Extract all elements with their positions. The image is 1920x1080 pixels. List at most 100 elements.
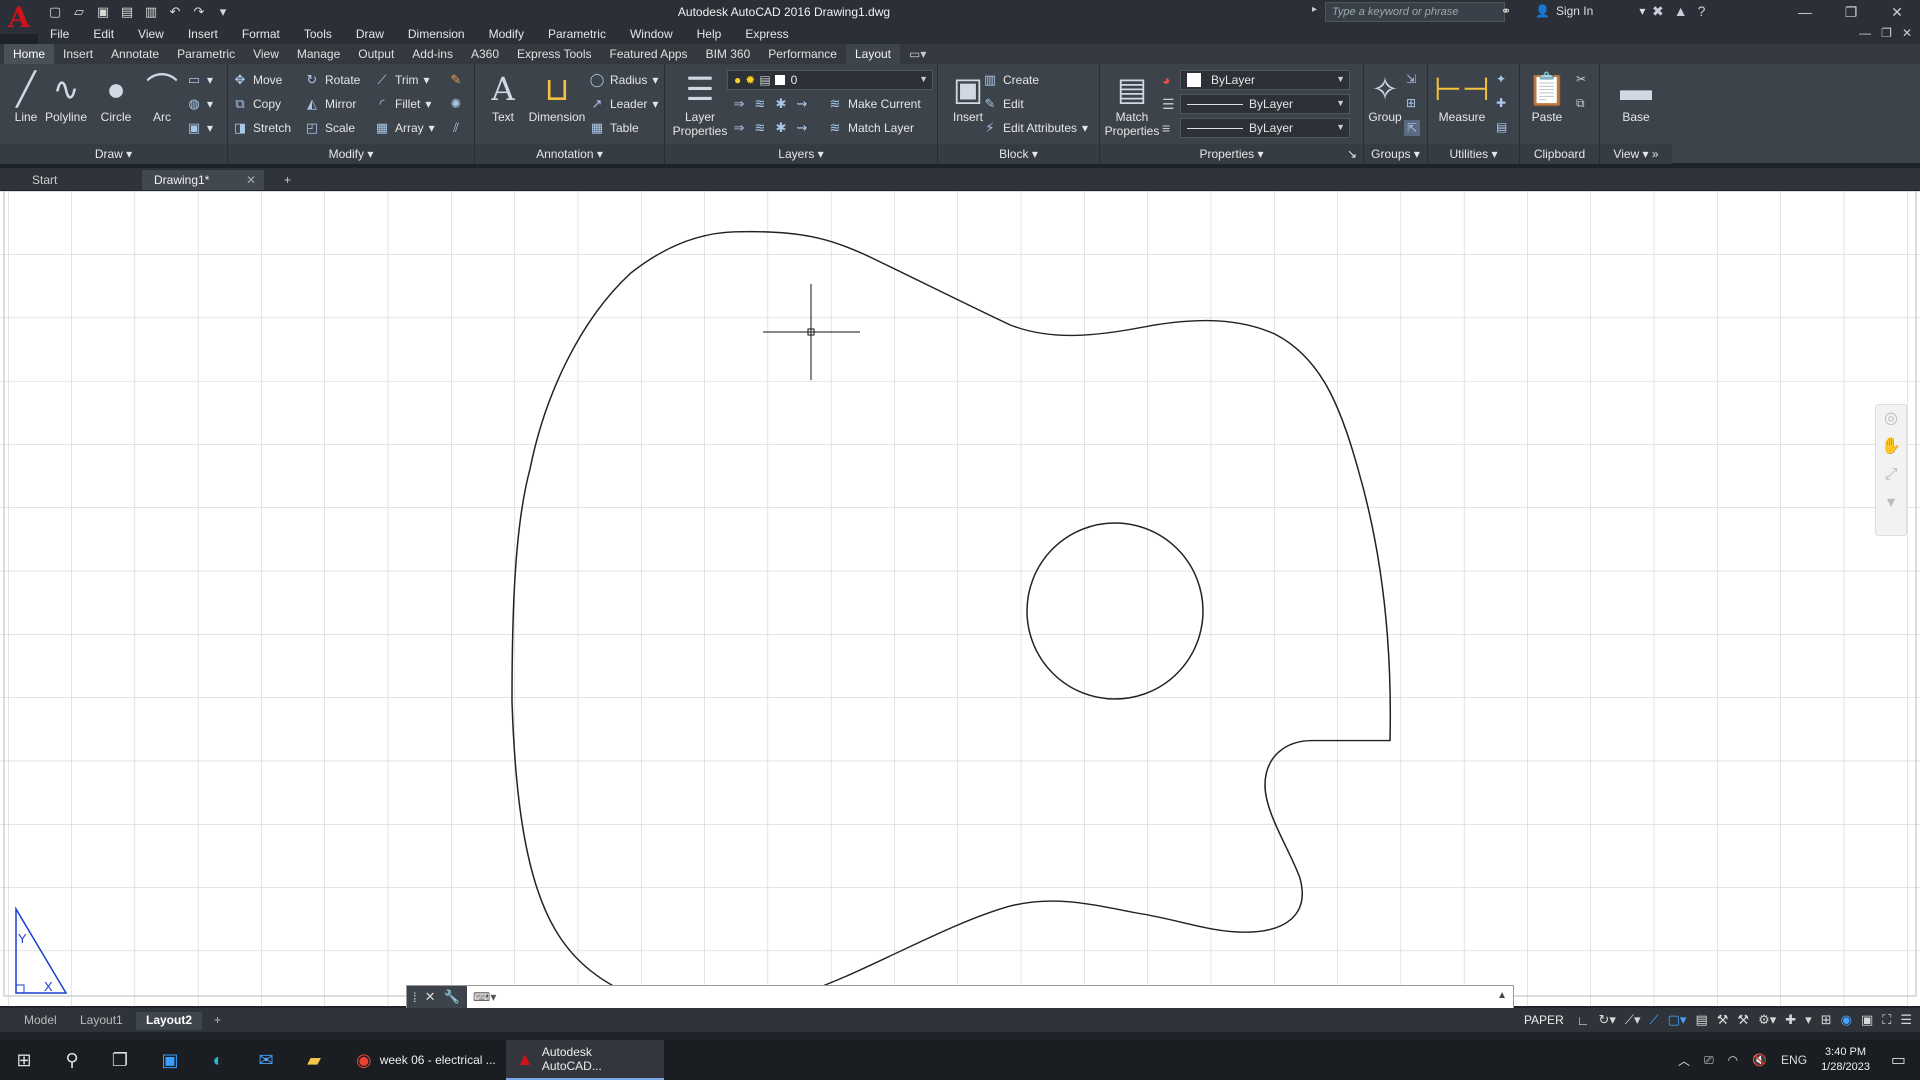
edit-attributes-button[interactable]: ⚡ Edit Attributes ▾ — [982, 118, 1088, 138]
annotation-panel-title[interactable]: Annotation ▾ — [475, 144, 664, 164]
group-button[interactable]: ✧ Group — [1364, 68, 1406, 124]
tab-parametric[interactable]: Parametric — [168, 44, 244, 64]
tab-model[interactable]: Model — [14, 1012, 67, 1030]
help-icon[interactable]: ? — [1698, 3, 1706, 20]
table-button[interactable]: ▦ Table — [589, 118, 639, 138]
quick-select-icon[interactable]: ✦ — [1496, 72, 1506, 86]
new-tab-button[interactable]: + — [272, 170, 303, 190]
lineweight-dropdown[interactable]: ByLayer ▼ — [1180, 118, 1350, 138]
clipboard-panel-title[interactable]: Clipboard — [1520, 144, 1599, 164]
linetype-dropdown[interactable]: ByLayer ▼ — [1180, 94, 1350, 114]
tab-layout1[interactable]: Layout1 — [70, 1012, 133, 1030]
rectangle-button[interactable]: ▭ ▾ — [186, 70, 213, 90]
layer-lock-icon[interactable]: ⇝ — [794, 96, 810, 112]
create-block-button[interactable]: ▥ Create — [982, 70, 1039, 90]
windows-start-icon[interactable]: ⊞ — [0, 1040, 48, 1080]
tab-bim-360[interactable]: BIM 360 — [697, 44, 760, 64]
layer-freeze-icon[interactable]: ✱ — [773, 96, 789, 112]
match-properties-button[interactable]: ▤ Match Properties — [1102, 68, 1162, 138]
modify-panel-title[interactable]: Modify ▾ — [228, 144, 474, 164]
store-icon[interactable]: ▣ — [146, 1040, 194, 1080]
trim-button[interactable]: ⟋ Trim ▾ — [374, 70, 429, 90]
tab-add-ins[interactable]: Add-ins — [403, 44, 462, 64]
close-icon[interactable]: ✕ — [1874, 0, 1920, 24]
object-snap-icon[interactable]: ▢▾ — [1668, 1012, 1687, 1028]
layers-panel-title[interactable]: Layers ▾ — [665, 144, 937, 164]
stretch-button[interactable]: ◨ Stretch — [232, 118, 291, 138]
scale-button[interactable]: ◰ Scale — [304, 118, 355, 138]
layer-unlock-icon[interactable]: ⇝ — [794, 120, 810, 136]
mail-icon[interactable]: ✉ — [242, 1040, 290, 1080]
menu-dimension[interactable]: Dimension — [396, 27, 477, 41]
match-layer-button[interactable]: ≋ Match Layer — [827, 118, 914, 138]
menu-edit[interactable]: Edit — [81, 27, 126, 41]
menu-help[interactable]: Help — [685, 27, 734, 41]
tab-annotate[interactable]: Annotate — [102, 44, 168, 64]
isolate-objects-icon[interactable]: ◉ — [1841, 1012, 1852, 1028]
osnap-tracking-icon[interactable]: ⟋▾ — [1625, 1012, 1641, 1028]
ungroup-icon[interactable]: ⇲ — [1406, 72, 1416, 86]
drawing-canvas[interactable]: Y X ◎ ✋ ⤢ ▾ — [0, 191, 1920, 1006]
search-expand-icon[interactable]: ▸ — [1312, 4, 1317, 15]
nav-more-icon[interactable]: ▾ — [1876, 489, 1906, 517]
steering-wheel-icon[interactable]: ◎ — [1876, 405, 1906, 433]
command-input[interactable] — [502, 990, 1403, 1004]
graphics-performance-icon[interactable]: ▣ — [1861, 1012, 1873, 1028]
tab-view[interactable]: View — [244, 44, 288, 64]
customize-wrench-icon[interactable]: 🔧 — [444, 989, 460, 1005]
copy-clip-icon[interactable]: ⧉ — [1576, 96, 1585, 111]
a360-icon[interactable]: ▲ — [1674, 3, 1688, 20]
infer-constraints-icon[interactable]: ∟ — [1577, 1013, 1590, 1028]
binoculars-icon[interactable]: ⚭ — [1501, 4, 1511, 18]
mirror-button[interactable]: ◭ Mirror — [304, 94, 356, 114]
chrome-taskbar-button[interactable]: ◉ week 06 - electrical ... — [346, 1040, 506, 1080]
annotation-monitor-icon[interactable]: ✚ — [1785, 1012, 1796, 1028]
menu-file[interactable]: File — [38, 27, 81, 41]
array-button[interactable]: ▦ Array ▾ — [374, 118, 435, 138]
language-indicator[interactable]: ENG — [1781, 1053, 1807, 1067]
customization-icon[interactable]: ☰ — [1900, 1012, 1912, 1028]
notifications-icon[interactable]: ▭ — [1891, 1050, 1906, 1070]
menu-modify[interactable]: Modify — [477, 27, 536, 41]
layer-properties-button[interactable]: ☰ Layer Properties — [669, 68, 731, 138]
point-icon[interactable]: ✚ — [1496, 96, 1506, 110]
layer-dropdown[interactable]: ● ✹ ▤ 0 ▼ — [727, 70, 933, 90]
close-tab-icon[interactable]: ✕ — [246, 173, 256, 187]
menu-view[interactable]: View — [126, 27, 176, 41]
search-input[interactable]: Type a keyword or phrase — [1325, 2, 1505, 22]
command-history-icon[interactable]: ▲ — [1497, 990, 1507, 1001]
drawing-svg[interactable]: Y X — [0, 191, 1920, 1006]
edge-browser-icon[interactable]: ◐ — [194, 1040, 242, 1080]
edit-block-button[interactable]: ✎ Edit — [982, 94, 1024, 114]
properties-panel-title[interactable]: Properties ▾ ↘ — [1100, 144, 1363, 164]
grip-icon[interactable]: ⁞ — [413, 990, 417, 1005]
radius-button[interactable]: ◯ Radius ▾ — [589, 70, 659, 90]
tab-home[interactable]: Home — [4, 44, 55, 64]
meet-now-icon[interactable]: ⎚ — [1704, 1053, 1714, 1068]
tab-output[interactable]: Output — [349, 44, 403, 64]
color-dropdown[interactable]: ByLayer ▼ — [1180, 70, 1350, 90]
offset-button[interactable]: ⫽ — [448, 118, 464, 138]
menu-tools[interactable]: Tools — [292, 27, 344, 41]
view-panel-title[interactable]: View ▾ » — [1600, 144, 1672, 164]
polyline-button[interactable]: ∿ Polyline — [40, 68, 92, 124]
doc-minimize-icon[interactable]: — — [1859, 26, 1871, 40]
menu-express[interactable]: Express — [733, 27, 800, 41]
arc-button[interactable]: ⌒ Arc — [136, 68, 188, 124]
task-view-icon[interactable]: ❐ — [96, 1040, 144, 1080]
boundary-button[interactable]: ▣ ▾ — [186, 118, 213, 138]
lineweight-display-icon[interactable]: ▤ — [1695, 1012, 1707, 1028]
file-explorer-icon[interactable]: ▰ — [290, 1040, 338, 1080]
leader-button[interactable]: ↗ Leader ▾ — [589, 94, 659, 114]
layer-isolate-icon[interactable]: ≋ — [752, 96, 768, 112]
calculator-icon[interactable]: ▤ — [1496, 120, 1507, 134]
rotate-button[interactable]: ↻ Rotate — [304, 70, 361, 90]
workspace-gear-icon[interactable]: ⚙▾ — [1758, 1012, 1776, 1028]
fillet-button[interactable]: ◜ Fillet ▾ — [374, 94, 431, 114]
measure-button[interactable]: ⊢⊣ Measure — [1432, 68, 1492, 124]
group-selection-icon[interactable]: ⇱ — [1404, 120, 1421, 136]
layer-unisolate-icon[interactable]: ≋ — [752, 120, 768, 136]
quick-properties-icon[interactable]: ⊞ — [1821, 1012, 1832, 1028]
doc-restore-icon[interactable]: ❐ — [1881, 26, 1892, 40]
exchange-apps-icon[interactable]: ✖ — [1652, 3, 1664, 20]
